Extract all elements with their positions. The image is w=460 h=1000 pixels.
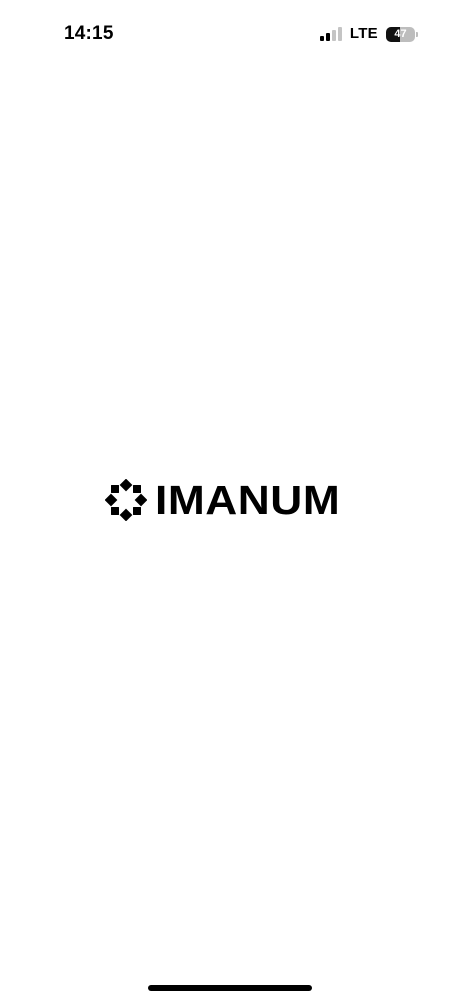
- network-type-label: LTE: [349, 25, 378, 42]
- cellular-signal-icon: [319, 27, 342, 41]
- battery-percent: 47: [394, 27, 407, 40]
- brand-name: IMANUM: [155, 477, 341, 523]
- signal-bar: [319, 36, 324, 41]
- status-time: 14:15: [64, 23, 114, 44]
- signal-bar: [325, 33, 330, 41]
- status-indicators: LTE 47: [319, 24, 418, 44]
- battery-icon: 47: [386, 26, 418, 42]
- signal-bar: [331, 30, 336, 41]
- signal-bar: [337, 27, 342, 41]
- splash-logo: IMANUM: [105, 478, 340, 522]
- status-bar: 14:15 LTE 47: [0, 0, 460, 68]
- home-indicator[interactable]: [148, 985, 312, 991]
- imanum-logo-icon: [105, 479, 147, 521]
